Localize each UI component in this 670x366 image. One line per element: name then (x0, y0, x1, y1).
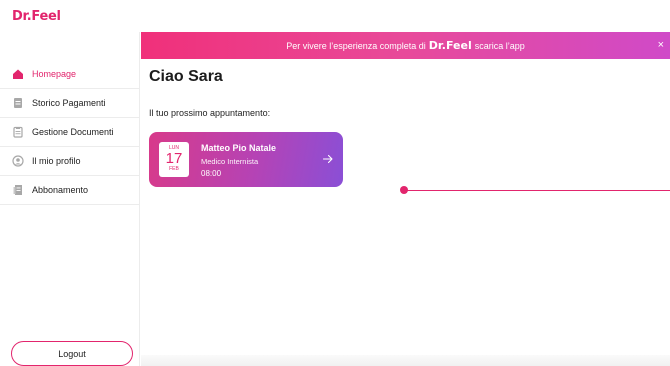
sidebar-item-abbonamento[interactable]: Abbonamento (0, 176, 140, 205)
sidebar-item-homepage[interactable]: Homepage (0, 60, 140, 89)
next-appointment-heading: Il tuo prossimo appuntamento: (149, 108, 271, 118)
arrow-right-icon[interactable] (322, 152, 334, 164)
doctor-specialty: Medico Internista (201, 157, 259, 166)
banner-text: Per vivere l’esperienza completa di (286, 40, 426, 51)
home-icon (12, 68, 24, 80)
banner-brand: Dr.Feel (428, 39, 472, 52)
document-icon (12, 97, 24, 109)
close-icon[interactable]: × (658, 39, 664, 51)
logout-button[interactable]: Logout (11, 341, 133, 366)
timeline-slider[interactable] (400, 186, 670, 194)
sidebar-item-label: Gestione Documenti (32, 127, 114, 137)
sidebar-item-label: Il mio profilo (32, 156, 81, 166)
slider-track (404, 189, 670, 191)
slider-handle[interactable] (400, 186, 408, 194)
appointment-month: FEB (169, 166, 179, 172)
bottom-edge (141, 355, 670, 366)
receipt-icon (12, 184, 24, 196)
download-app-banner[interactable]: Per vivere l’esperienza completa di Dr.F… (141, 32, 670, 59)
banner-text-end: scarica l’app (474, 40, 525, 51)
appointment-time: 08:00 (201, 169, 222, 178)
clipboard-icon (12, 126, 24, 138)
appointment-day: 17 (165, 150, 183, 167)
sidebar-item-label: Abbonamento (32, 185, 89, 195)
sidebar: Homepage Storico Pagamenti Gestione Docu… (0, 32, 140, 366)
sidebar-item-il-mio-profilo[interactable]: Il mio profilo (0, 147, 140, 176)
sidebar-item-label: Storico Pagamenti (32, 98, 106, 108)
user-icon (12, 155, 24, 167)
doctor-name: Matteo Pio Natale (201, 143, 277, 153)
top-bar: Dr.Feel (0, 0, 670, 32)
sidebar-item-gestione-documenti[interactable]: Gestione Documenti (0, 118, 140, 147)
page-title: Ciao Sara (149, 68, 223, 85)
brand-logo[interactable]: Dr.Feel (12, 9, 61, 24)
sidebar-item-label: Homepage (32, 69, 77, 79)
appointment-card[interactable]: LUN 17 FEB Matteo Pio Natale Medico Inte… (149, 132, 343, 187)
sidebar-item-storico-pagamenti[interactable]: Storico Pagamenti (0, 89, 140, 118)
appointment-date-badge: LUN 17 FEB (159, 142, 189, 177)
